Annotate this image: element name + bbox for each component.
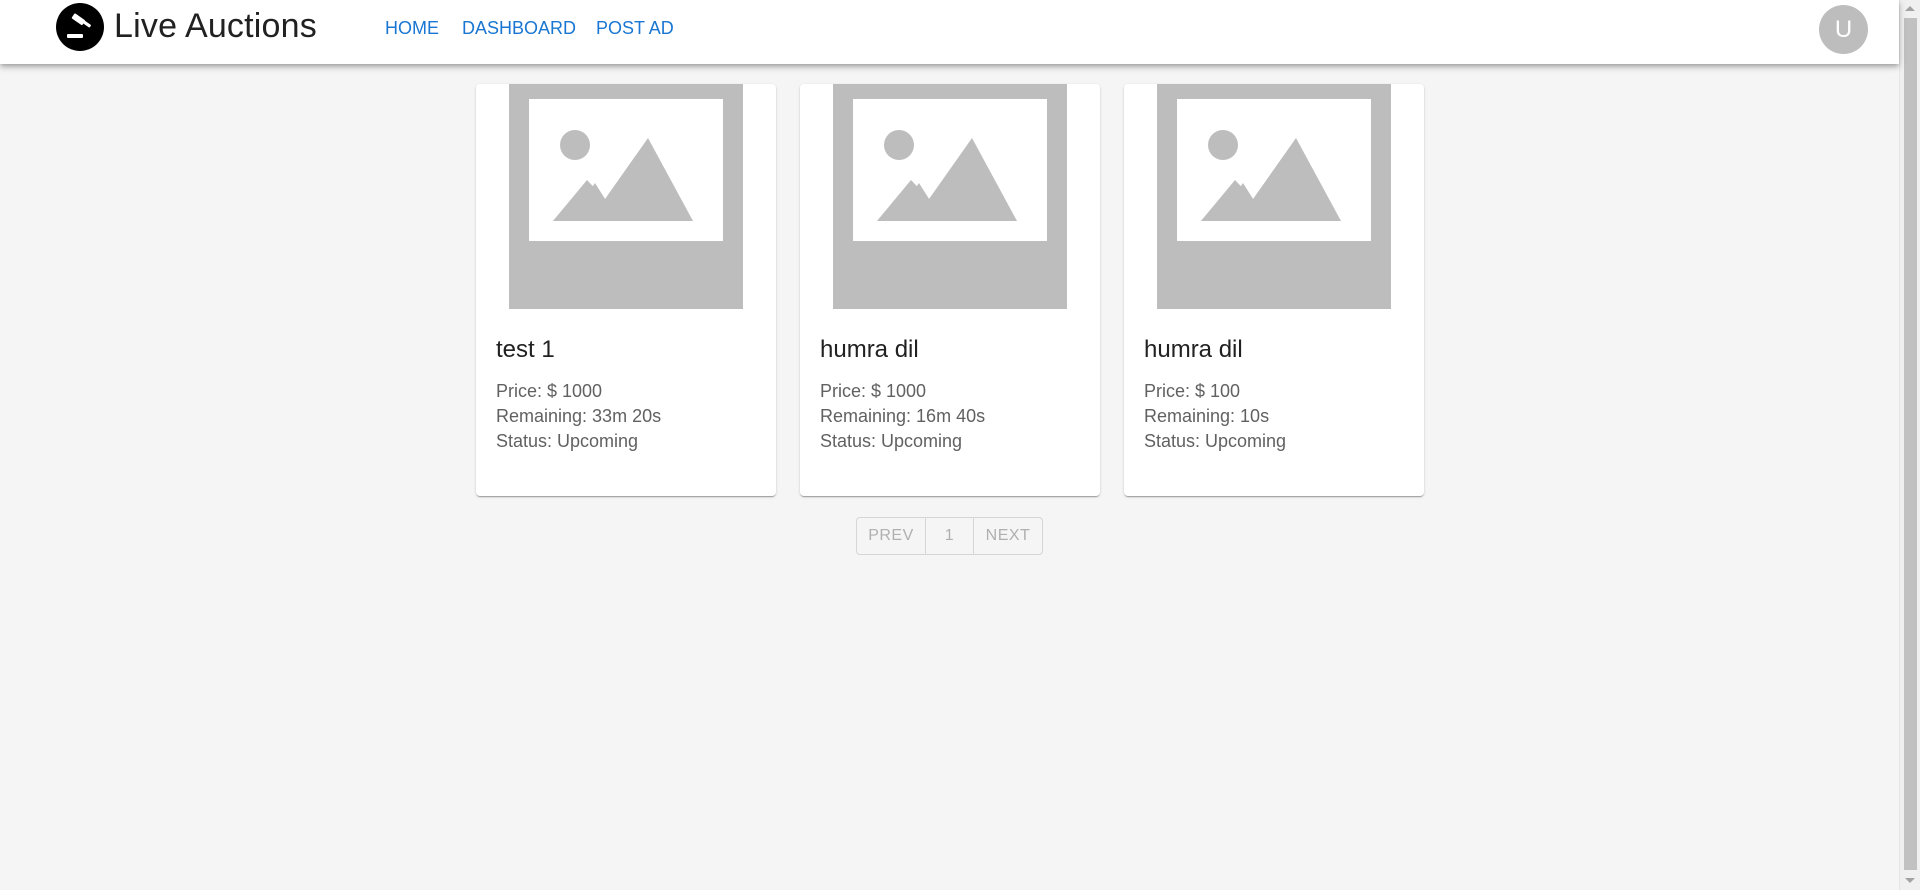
image-placeholder-icon bbox=[509, 84, 743, 309]
nav-post-ad-link[interactable]: POST AD bbox=[596, 16, 674, 40]
auction-card[interactable]: humra dil Price: $ 100 Remaining: 10s St… bbox=[1124, 84, 1424, 496]
auction-title: humra dil bbox=[820, 336, 919, 363]
auction-card[interactable]: test 1 Price: $ 1000 Remaining: 33m 20s … bbox=[476, 84, 776, 496]
scrollbar-thumb[interactable] bbox=[1904, 18, 1917, 870]
prev-page-button[interactable]: PREV bbox=[857, 518, 926, 554]
auction-status: Status: Upcoming bbox=[820, 431, 963, 451]
auction-details: Price: $ 100 Remaining: 10s Status: Upco… bbox=[1144, 379, 1286, 454]
auction-status: Status: Upcoming bbox=[496, 431, 639, 451]
auction-remaining: Remaining: 10s bbox=[1144, 406, 1270, 426]
auction-remaining: Remaining: 33m 20s bbox=[496, 406, 662, 426]
next-page-button[interactable]: NEXT bbox=[974, 518, 1042, 554]
user-avatar[interactable]: U bbox=[1819, 5, 1868, 54]
auction-price: Price: $ 1000 bbox=[820, 381, 927, 401]
auction-card[interactable]: humra dil Price: $ 1000 Remaining: 16m 4… bbox=[800, 84, 1100, 496]
auction-price: Price: $ 1000 bbox=[496, 381, 603, 401]
scroll-up-icon[interactable] bbox=[1905, 6, 1915, 11]
auction-status: Status: Upcoming bbox=[1144, 431, 1287, 451]
pagination: PREV 1 NEXT bbox=[856, 517, 1043, 555]
auction-details: Price: $ 1000 Remaining: 16m 40s Status:… bbox=[820, 379, 985, 454]
image-placeholder-icon bbox=[833, 84, 1067, 309]
gavel-icon[interactable] bbox=[56, 3, 104, 51]
auction-title: humra dil bbox=[1144, 336, 1243, 363]
brand-title[interactable]: Live Auctions bbox=[114, 4, 317, 48]
auction-details: Price: $ 1000 Remaining: 33m 20s Status:… bbox=[496, 379, 661, 454]
app-bar: Live Auctions HOME DASHBOARD POST AD U bbox=[0, 0, 1899, 64]
scroll-down-icon[interactable] bbox=[1905, 878, 1915, 883]
nav-home-link[interactable]: HOME bbox=[385, 16, 439, 40]
nav-dashboard-link[interactable]: DASHBOARD bbox=[462, 16, 576, 40]
vertical-scrollbar[interactable] bbox=[1899, 0, 1920, 890]
page-number-button[interactable]: 1 bbox=[926, 518, 974, 554]
auction-remaining: Remaining: 16m 40s bbox=[820, 406, 986, 426]
image-placeholder-icon bbox=[1157, 84, 1391, 309]
auction-price: Price: $ 100 bbox=[1144, 381, 1241, 401]
main-nav: HOME DASHBOARD POST AD bbox=[385, 16, 697, 40]
auction-card-list: test 1 Price: $ 1000 Remaining: 33m 20s … bbox=[476, 84, 1424, 496]
auction-title: test 1 bbox=[496, 336, 555, 363]
